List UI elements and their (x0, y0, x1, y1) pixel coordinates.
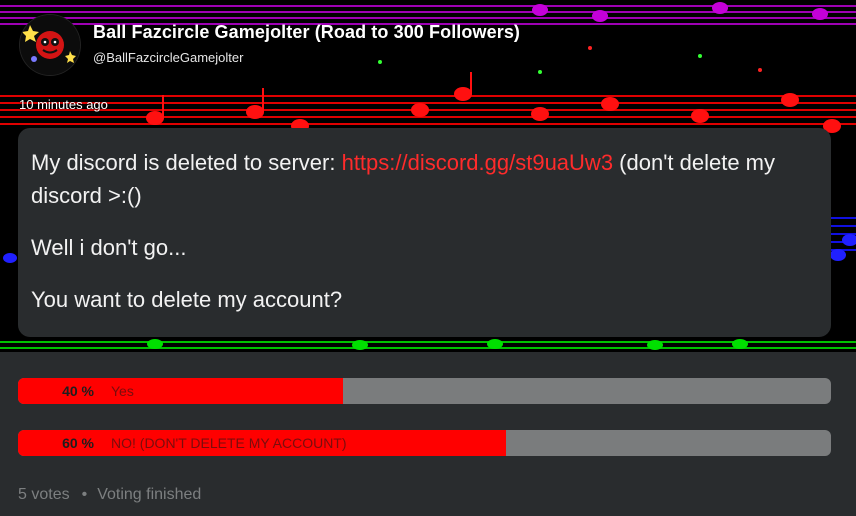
ball-character-icon (20, 15, 80, 75)
ball-character-avatar[interactable] (20, 15, 80, 75)
poll-option-yes: 40 % Yes (18, 378, 831, 404)
poll-percent-label: 40 % (62, 383, 94, 399)
separator-dot: • (81, 486, 88, 503)
poll-meta: 5 votes • Voting finished (18, 486, 201, 504)
post-paragraph: You want to delete my account? (31, 287, 343, 312)
post-timestamp[interactable]: 10 minutes ago (19, 97, 108, 112)
discord-invite-link[interactable]: https://discord.gg/st9uaUw3 (342, 150, 613, 175)
post-content-card: My discord is deleted to server: https:/… (18, 128, 831, 337)
author-handle[interactable]: @BallFazcircleGamejolter (93, 50, 243, 65)
poll-vote-count: 5 votes (18, 486, 70, 503)
post-paragraph: Well i don't go... (31, 235, 187, 260)
author-username[interactable]: Ball Fazcircle Gamejolter (Road to 300 F… (93, 22, 520, 43)
post-text: My discord is deleted to server: (31, 150, 342, 175)
post-paragraph: My discord is deleted to server: https:/… (31, 146, 818, 212)
poll-option-label: NO! (DON'T DELETE MY ACCOUNT) (111, 435, 347, 451)
poll-option-label: Yes (111, 383, 134, 399)
poll-option-no: 60 % NO! (DON'T DELETE MY ACCOUNT) (18, 430, 831, 456)
poll-percent-label: 60 % (62, 435, 94, 451)
poll-status: Voting finished (97, 486, 202, 503)
